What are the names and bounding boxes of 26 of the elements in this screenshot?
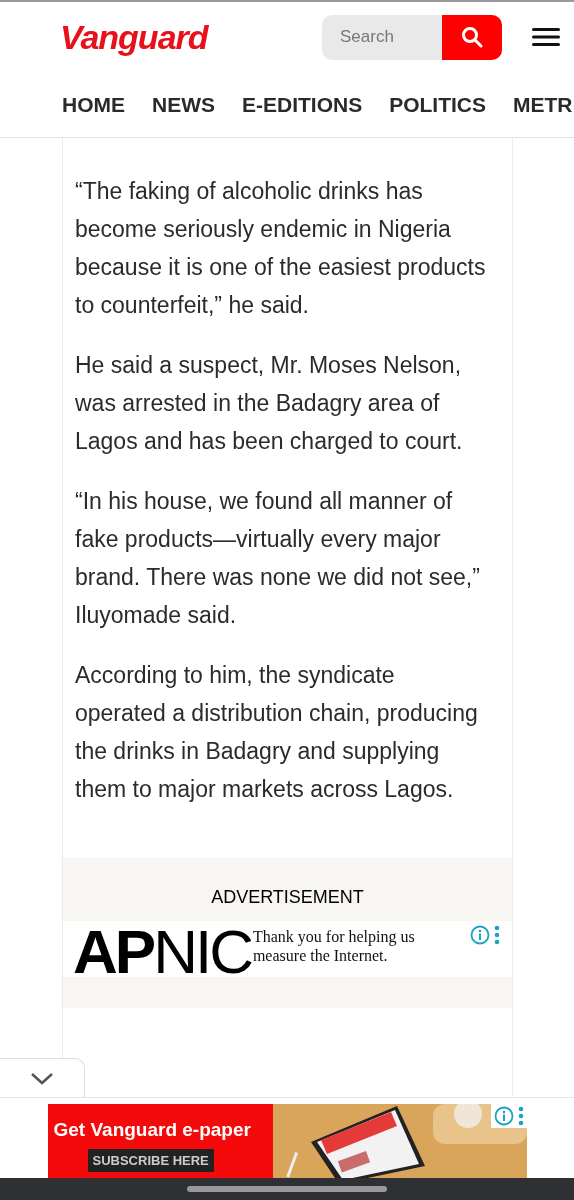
- menu-icon[interactable]: [532, 27, 560, 47]
- info-icon[interactable]: [470, 925, 490, 945]
- chevron-down-icon: [30, 1071, 54, 1086]
- e-paper-ad[interactable]: Get Vanguard e-paper SUBSCRIBE HERE: [47, 1104, 527, 1179]
- nav-link[interactable]: NEWS: [152, 88, 215, 121]
- ad-message: Thank you for helping us measure the Internet.: [252, 927, 416, 965]
- nav-link[interactable]: POLITICS: [389, 88, 487, 121]
- ad-logo: APNIC: [73, 927, 251, 977]
- nav-link[interactable]: HOME: [62, 88, 125, 121]
- info-icon[interactable]: [493, 1106, 514, 1126]
- subscribe-button[interactable]: SUBSCRIBE HERE: [87, 1148, 214, 1172]
- nav-link[interactable]: METR: [513, 88, 573, 121]
- search-button[interactable]: [442, 14, 502, 60]
- advertisement-label: ADVERTISEMENT: [211, 886, 364, 909]
- search-field[interactable]: Search: [322, 14, 442, 60]
- collapse-tab[interactable]: [0, 1058, 85, 1098]
- article-paragraph: “The faking of alcoholic drinks has become seriously endemic in Nigeria because it is one of the easiest products to counterfeit,” he said.: [75, 177, 487, 320]
- search-icon: [460, 25, 484, 49]
- article-paragraph: He said a suspect, Mr. Moses Nelson, was arrested in the Badagry area of Lagos and has been charged to court.: [75, 351, 464, 456]
- more-icon[interactable]: [517, 1106, 524, 1126]
- more-icon[interactable]: [494, 925, 500, 945]
- site-logo[interactable]: Vanguard: [60, 11, 208, 63]
- nav-link[interactable]: E-EDITIONS: [242, 88, 363, 121]
- article-paragraph: According to him, the syndicate operated a distribution chain, producing the drinks in Badagry and supplying them to major markets across Lagos.: [75, 661, 479, 804]
- article-paragraph: “In his house, we found all manner of fake products—virtually every major brand. There was none we did not see,” Iluyomade said.: [75, 487, 481, 630]
- ad-headline: Get Vanguard e-paper: [53, 1118, 252, 1142]
